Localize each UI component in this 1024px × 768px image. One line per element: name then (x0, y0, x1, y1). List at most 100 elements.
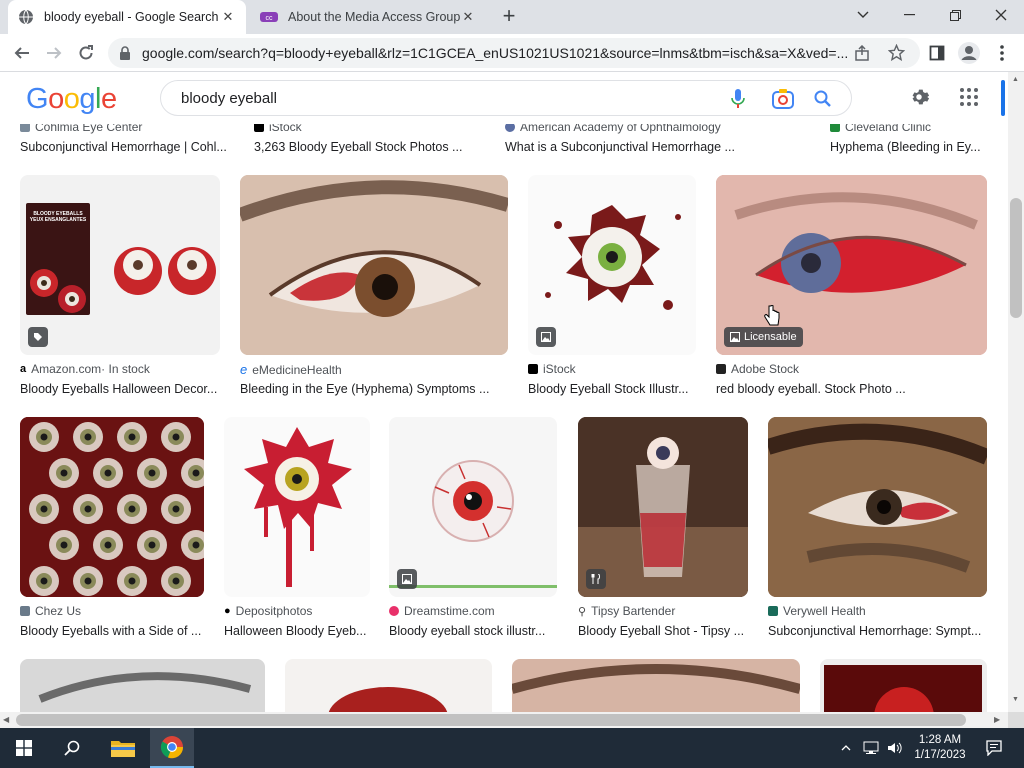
result-image[interactable] (20, 659, 265, 712)
search-icon[interactable] (814, 90, 831, 107)
result-image[interactable]: Licensable (716, 175, 987, 355)
result-image[interactable] (768, 417, 987, 597)
result-source[interactable]: American Academy of Ophthalmology (505, 124, 721, 134)
google-logo[interactable]: Google (26, 83, 117, 116)
restore-button[interactable] (932, 0, 978, 30)
apps-grid-icon[interactable] (960, 88, 978, 106)
result-source[interactable]: ● Depositphotos (224, 604, 312, 618)
result-source[interactable]: ⚲ Tipsy Bartender (578, 604, 675, 618)
stock-status: · In stock (101, 362, 150, 376)
result-title[interactable]: What is a Subconjunctival Hemorrhage ... (505, 140, 735, 154)
scroll-left-arrow-icon[interactable]: ◀ (3, 715, 9, 724)
result-image[interactable] (285, 659, 492, 712)
close-tab-icon[interactable]: ✕ (220, 9, 236, 25)
new-tab-button[interactable]: + (497, 5, 521, 29)
settings-gear-icon[interactable] (908, 86, 930, 108)
result-title[interactable]: Halloween Bloody Eyeb... (224, 624, 366, 638)
bookmark-star-icon[interactable] (888, 44, 905, 61)
source-name: iStock (269, 124, 302, 134)
result-title[interactable]: Bloody Eyeball Stock Illustr... (528, 382, 689, 396)
result-image[interactable] (528, 175, 696, 355)
lens-camera-icon[interactable] (772, 89, 794, 109)
eyeball-decoration (128, 433, 136, 441)
logo-letter: e (100, 83, 117, 115)
result-image[interactable] (578, 417, 748, 597)
close-tab-icon[interactable]: ✕ (460, 9, 476, 25)
result-title[interactable]: Bleeding in the Eye (Hyphema) Symptoms .… (240, 382, 489, 396)
address-bar[interactable]: google.com/search?q=bloody+eyeball&rlz=1… (108, 38, 920, 68)
volume-icon[interactable] (884, 728, 906, 768)
scrollbar-corner (1008, 712, 1024, 728)
result-image[interactable] (389, 417, 557, 597)
eyeball-decoration (84, 505, 92, 513)
result-source[interactable]: iStock (254, 124, 302, 134)
chrome-taskbar-icon[interactable] (150, 728, 194, 768)
side-panel-icon[interactable] (925, 41, 949, 65)
file-explorer-icon[interactable] (104, 728, 142, 768)
result-image[interactable] (820, 659, 987, 712)
eyeball-decoration (104, 469, 112, 477)
result-source[interactable]: Dreamstime.com (389, 604, 495, 618)
minimize-button[interactable] (886, 0, 932, 30)
result-source[interactable]: Adobe Stock (716, 362, 799, 376)
result-title[interactable]: Bloody Eyeball Shot - Tipsy ... (578, 624, 744, 638)
result-title[interactable]: Bloody Eyeballs Halloween Decor... (20, 382, 217, 396)
result-title[interactable]: red bloody eyeball. Stock Photo ... (716, 382, 906, 396)
windows-start-icon[interactable] (8, 728, 40, 768)
result-title[interactable]: 3,263 Bloody Eyeball Stock Photos ... (254, 140, 462, 154)
network-icon[interactable] (860, 728, 882, 768)
result-image[interactable] (20, 417, 204, 597)
show-hidden-icons-chevron-icon[interactable] (836, 728, 856, 768)
scrollbar-thumb[interactable] (1010, 198, 1022, 318)
vertical-scrollbar[interactable]: ▲ ▼ (1008, 72, 1024, 712)
account-indicator[interactable] (1001, 80, 1005, 116)
tab-google-search[interactable]: bloody eyeball - Google Search ✕ (8, 0, 246, 34)
scroll-right-arrow-icon[interactable]: ▶ (994, 715, 1000, 724)
url-text[interactable]: google.com/search?q=bloody+eyeball&rlz=1… (142, 45, 847, 61)
taskbar-search-icon[interactable] (56, 728, 88, 768)
result-source[interactable]: Verywell Health (768, 604, 866, 618)
scroll-up-arrow-icon[interactable]: ▲ (1012, 76, 1019, 83)
tab-search-icon[interactable] (840, 0, 886, 30)
close-window-button[interactable] (978, 0, 1024, 30)
source-name: Tipsy Bartender (591, 604, 676, 618)
scroll-down-arrow-icon[interactable]: ▼ (1012, 696, 1019, 703)
result-source[interactable]: Cohlmia Eye Center (20, 124, 142, 134)
horizontal-scrollbar[interactable]: ◀ ▶ (0, 712, 1008, 728)
browser-toolbar: google.com/search?q=bloody+eyeball&rlz=1… (0, 34, 1024, 72)
result-title[interactable]: Bloody Eyeballs with a Side of ... (20, 624, 201, 638)
lock-icon[interactable] (119, 46, 131, 60)
eyeball-decoration (192, 541, 200, 549)
notifications-icon[interactable] (980, 728, 1008, 768)
result-source[interactable]: Chez Us (20, 604, 81, 618)
system-clock[interactable]: 1:28 AM 1/17/2023 (908, 728, 972, 768)
image-type-icon (397, 569, 417, 589)
profile-avatar-icon[interactable] (957, 41, 981, 65)
result-title[interactable]: Hyphema (Bleeding in Ey... (830, 140, 981, 154)
back-arrow-icon[interactable] (10, 41, 34, 65)
eyeball-decoration (128, 505, 136, 513)
tab-media-access[interactable]: cc About the Media Access Group at ✕ (250, 0, 486, 34)
result-source[interactable]: iStock (528, 362, 576, 376)
reload-icon[interactable] (74, 41, 98, 65)
search-box[interactable]: bloody eyeball (160, 80, 852, 116)
result-title[interactable]: Subconjunctival Hemorrhage | Cohl... (20, 140, 227, 154)
result-image[interactable] (512, 659, 800, 712)
licensable-badge[interactable]: Licensable (724, 327, 803, 347)
result-source[interactable]: e eMedicineHealth (240, 362, 342, 377)
result-source[interactable]: a Amazon.com · In stock (20, 362, 150, 376)
share-icon[interactable] (854, 45, 870, 61)
result-title[interactable]: Bloody eyeball stock illustr... (389, 624, 545, 638)
search-input[interactable]: bloody eyeball (181, 90, 851, 107)
result-image[interactable] (240, 175, 508, 355)
forward-arrow-icon[interactable] (42, 41, 66, 65)
logo-letter: g (79, 83, 95, 115)
result-source[interactable]: Cleveland Clinic (830, 124, 931, 134)
source-name: Adobe Stock (731, 362, 800, 376)
microphone-icon[interactable] (731, 89, 745, 109)
result-image[interactable] (224, 417, 370, 597)
scrollbar-thumb[interactable] (16, 714, 966, 726)
result-image[interactable]: BLOODY EYEBALLS YEUX ENSANGLANTES (20, 175, 220, 355)
result-title[interactable]: Subconjunctival Hemorrhage: Sympt... (768, 624, 981, 638)
kebab-menu-icon[interactable] (990, 41, 1014, 65)
